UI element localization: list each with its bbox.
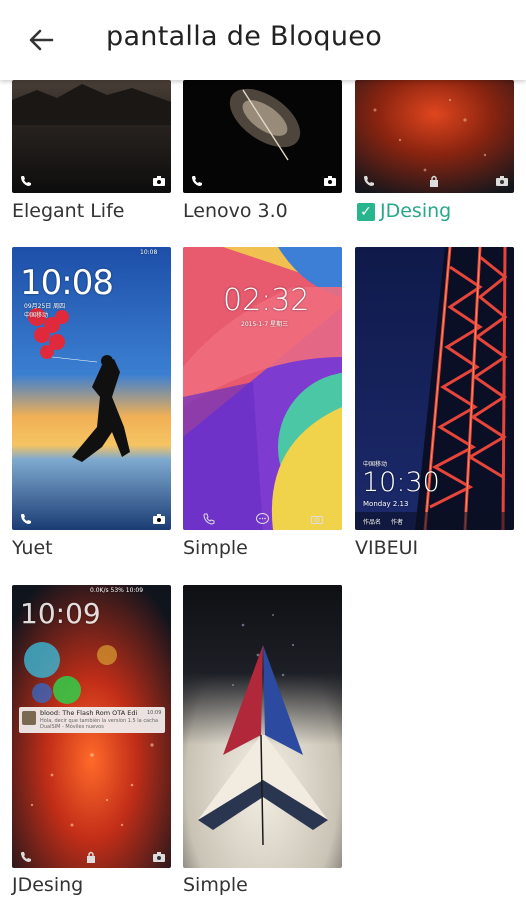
camera-icon [324, 176, 336, 186]
theme-preview[interactable]: 02:32 2015-1-7 星期三 [183, 247, 342, 530]
camera-icon [153, 514, 165, 524]
theme-preview[interactable]: 10:08 10:08 09月25日 周四 中国移动 [12, 247, 171, 530]
notification-body: Hola, decir que también la versión 1.5 l… [40, 718, 159, 730]
phone-icon [21, 176, 31, 186]
app-avatar [22, 711, 36, 725]
preview-clock: 10:08 [20, 263, 114, 303]
theme-preview[interactable] [183, 80, 342, 193]
preview-bottom-right: 作者 [391, 519, 404, 526]
preview-date: 2015-1-7 星期三 [241, 321, 289, 328]
preview-bottom-left: 作品名 [363, 519, 382, 526]
selected-check-icon: ✓ [357, 203, 375, 221]
phone-icon [21, 514, 31, 524]
lock-icon [87, 851, 95, 863]
theme-name: Elegant Life [12, 200, 125, 222]
preview-date: Monday 2.13 [363, 500, 409, 508]
theme-name: Lenovo 3.0 [183, 200, 288, 222]
theme-preview[interactable] [12, 80, 171, 193]
camera-icon [153, 176, 165, 186]
theme-preview[interactable]: 中国移动 10:30 Monday 2.13 作品名 作者 [355, 247, 514, 530]
theme-preview[interactable] [183, 585, 342, 868]
notification-time: 10:09 [147, 710, 162, 716]
preview-clock: 10:09 [20, 597, 101, 630]
app-bar: pantalla de Bloqueo [0, 0, 526, 80]
phone-icon [21, 852, 31, 862]
theme-name: Simple [183, 874, 248, 896]
preview-date: 09月25日 周四 [24, 303, 66, 310]
arrow-left-icon[interactable] [24, 22, 60, 58]
theme-name: Simple [183, 537, 248, 559]
message-icon [256, 513, 269, 524]
preview-status-time: 10:08 [140, 249, 158, 256]
theme-preview[interactable]: 0.0K/s 53% 10:09 10:09 blood: The Flash … [12, 585, 171, 868]
notification-card[interactable]: blood: The Flash Rom OTA Edi 10:09 Hola,… [19, 707, 165, 733]
app-screen: pantalla de Bloqueo Elegant Life Lenovo … [0, 0, 526, 900]
phone-icon [192, 176, 202, 186]
camera-icon [153, 852, 165, 862]
camera-icon [311, 516, 323, 524]
preview-status: 0.0K/s 53% 10:09 [90, 587, 144, 594]
theme-name: Yuet [12, 537, 53, 559]
theme-name: VIBEUI [355, 537, 419, 559]
notification-title: blood: The Flash Rom OTA Edi [40, 709, 138, 717]
preview-clock: 02:32 [223, 283, 310, 318]
theme-name-selected: JDesing [380, 200, 452, 222]
phone-icon [203, 513, 215, 525]
theme-preview[interactable] [355, 80, 514, 193]
preview-clock: 10:30 [362, 467, 440, 498]
lock-icon [430, 175, 438, 187]
page-title: pantalla de Bloqueo [106, 21, 383, 52]
phone-icon [364, 176, 374, 186]
camera-icon [496, 176, 508, 186]
theme-name: JDesing [12, 874, 84, 896]
preview-carrier: 中国移动 [24, 312, 49, 319]
